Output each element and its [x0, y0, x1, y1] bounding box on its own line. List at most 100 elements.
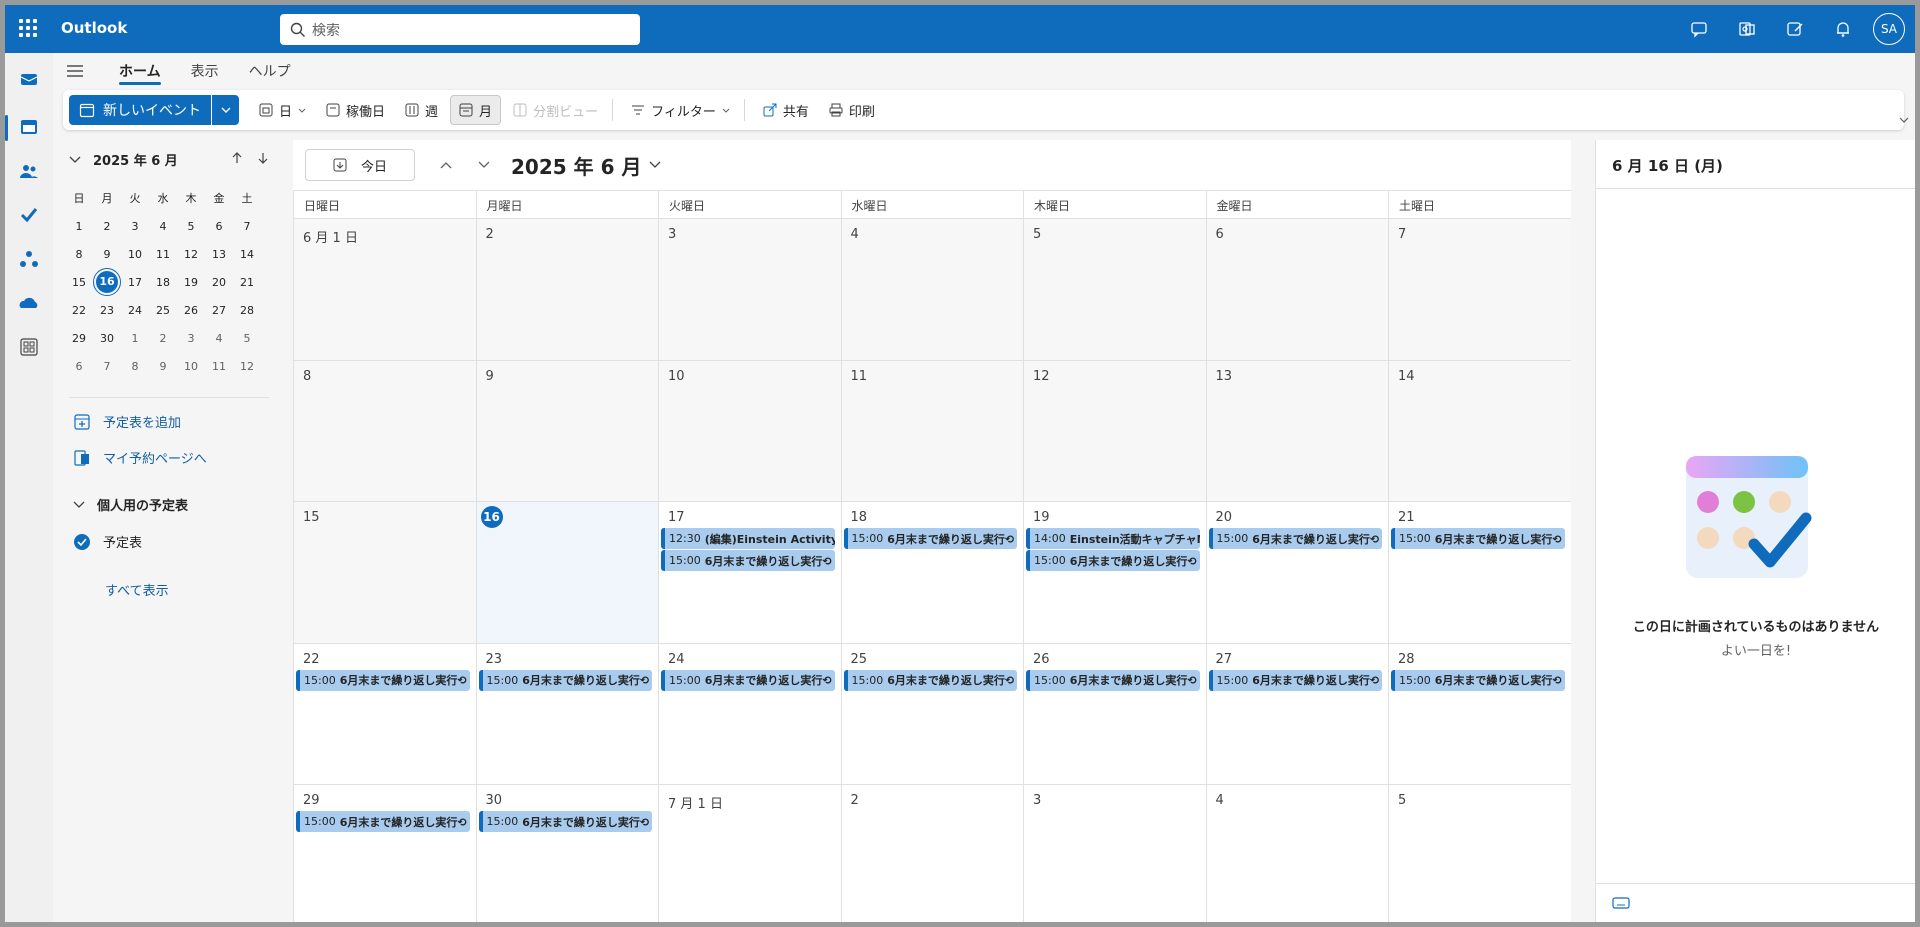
day-cell[interactable]: 16 [475, 502, 658, 643]
day-cell[interactable]: 7 [1388, 219, 1571, 360]
mini-day[interactable]: 8 [121, 360, 149, 373]
calendar-event[interactable]: 15:00 6月末まで繰り返し実行⟲ [843, 528, 1017, 549]
mini-day[interactable]: 8 [65, 248, 93, 261]
mini-day[interactable]: 30 [93, 332, 121, 345]
day-cell[interactable]: 1712:30(編集)Einstein Activity C15:006月末まで… [658, 502, 841, 643]
day-cell[interactable]: 30 15:00 6月末まで繰り返し実行⟲ [475, 785, 658, 922]
mini-day[interactable]: 12 [233, 360, 261, 373]
day-cell[interactable]: 15 [293, 502, 476, 643]
day-cell[interactable]: 22 15:00 6月末まで繰り返し実行⟲ [293, 643, 476, 784]
calendar-event[interactable]: 15:00 6月末まで繰り返し実行⟲ [478, 669, 652, 691]
new-event-dropdown[interactable] [211, 95, 239, 125]
tab-help[interactable]: ヘルプ [249, 57, 291, 85]
personal-calendars-group[interactable]: 個人用の予定表 [73, 495, 188, 514]
mini-day[interactable]: 26 [177, 304, 205, 317]
mini-day[interactable]: 29 [65, 332, 93, 345]
day-cell[interactable]: 6 月 1 日 [293, 219, 476, 360]
filter-button[interactable]: フィルター [623, 95, 738, 125]
gear-icon[interactable] [1833, 17, 1857, 41]
day-cell[interactable]: 8 [293, 360, 476, 501]
share-button[interactable]: 共有 [755, 95, 817, 125]
day-cell[interactable]: 28 15:00 6月末まで繰り返し実行⟲ [1388, 643, 1571, 784]
mini-day[interactable]: 22 [65, 304, 93, 317]
month-title[interactable]: 2025 年 6 月 [511, 151, 661, 180]
mini-day[interactable]: 3 [121, 220, 149, 233]
day-cell[interactable]: 9 [475, 360, 658, 501]
app-launcher-icon[interactable] [19, 19, 37, 37]
tab-home[interactable]: ホーム [119, 57, 161, 85]
apps-icon[interactable] [17, 335, 41, 359]
calendar-event[interactable]: 15:00 6月末まで繰り返し実行⟲ [1391, 528, 1565, 549]
mini-day[interactable]: 18 [149, 276, 177, 289]
month-view-button[interactable]: 月 [450, 95, 502, 125]
calendar-event[interactable]: 15:00 6月末まで繰り返し実行⟲ [478, 811, 652, 832]
mini-day[interactable]: 11 [205, 360, 233, 373]
arrow-up-icon[interactable] [231, 151, 243, 168]
day-cell[interactable]: 10 [658, 360, 841, 501]
day-cell[interactable]: 1914:00Einstein活動キャプチャMS15:006月末まで繰り返し実行… [1023, 502, 1206, 643]
day-cell[interactable]: 27 15:00 6月末まで繰り返し実行⟲ [1205, 643, 1388, 784]
mini-day[interactable]: 5 [177, 220, 205, 233]
search-input[interactable]: 検索 [280, 14, 640, 45]
workweek-view-button[interactable]: 稼働日 [318, 95, 393, 125]
mini-day[interactable]: 24 [121, 304, 149, 317]
add-calendar-link[interactable]: 予定表を追加 [73, 412, 181, 431]
mini-day[interactable]: 19 [177, 276, 205, 289]
calendar-event[interactable]: 15:00 6月末まで繰り返し実行⟲ [296, 669, 470, 691]
day-cell[interactable]: 29 15:00 6月末まで繰り返し実行⟲ [293, 785, 476, 922]
mini-day[interactable]: 5 [233, 332, 261, 345]
mini-day[interactable]: 2 [93, 220, 121, 233]
calendar-event[interactable]: 15:00 6月末まで繰り返し実行⟲ [296, 811, 470, 832]
outlook-icon[interactable] [1735, 17, 1759, 41]
print-button[interactable]: 印刷 [821, 95, 883, 125]
arrow-down-icon[interactable] [257, 152, 269, 168]
mini-day[interactable]: 9 [93, 248, 121, 261]
calendar-event[interactable]: 15:00 6月末まで繰り返し実行⟲ [1208, 528, 1382, 549]
mini-day[interactable]: 4 [149, 220, 177, 233]
mail-icon[interactable] [17, 67, 41, 91]
mini-day[interactable]: 3 [177, 332, 205, 345]
hamburger-icon[interactable] [53, 64, 97, 78]
chevron-down-icon[interactable] [69, 156, 81, 164]
day-cell[interactable]: 2 [475, 219, 658, 360]
mini-day[interactable]: 10 [121, 248, 149, 261]
calendar-event[interactable]: 15:00 6月末まで繰り返し実行⟲ [843, 669, 1017, 691]
mini-day[interactable]: 14 [233, 248, 261, 261]
day-cell[interactable]: 14 [1388, 360, 1571, 501]
day-cell[interactable]: 18 15:00 6月末まで繰り返し実行⟲ [840, 502, 1023, 643]
next-month-icon[interactable] [469, 158, 499, 173]
previous-month-icon[interactable] [431, 158, 461, 173]
week-view-button[interactable]: 週 [397, 95, 446, 125]
day-cell[interactable]: 7 月 1 日 [658, 785, 841, 922]
mini-day[interactable]: 20 [205, 276, 233, 289]
day-cell[interactable]: 4 [1205, 785, 1388, 922]
tab-view[interactable]: 表示 [191, 57, 219, 85]
calendar-event[interactable]: 14:00Einstein活動キャプチャMS [1026, 528, 1200, 549]
mini-day[interactable]: 17 [121, 276, 149, 289]
split-view-button[interactable]: 分割ビュー [505, 95, 606, 125]
today-button[interactable]: 今日 [305, 149, 415, 181]
day-cell[interactable]: 6 [1205, 219, 1388, 360]
mini-day[interactable]: 1 [65, 220, 93, 233]
mini-day[interactable]: 9 [149, 360, 177, 373]
mini-day[interactable]: 12 [177, 248, 205, 261]
todo-icon[interactable] [17, 203, 41, 227]
calendar-icon[interactable] [17, 115, 41, 139]
people-icon[interactable] [17, 159, 41, 183]
day-cell[interactable]: 20 15:00 6月末まで繰り返し実行⟲ [1205, 502, 1388, 643]
mini-day[interactable]: 28 [233, 304, 261, 317]
calendar-event[interactable]: 15:00 6月末まで繰り返し実行⟲ [1391, 669, 1565, 691]
calendar-event[interactable]: 15:00 6月末まで繰り返し実行⟲ [1208, 669, 1382, 691]
mini-day[interactable]: 7 [233, 220, 261, 233]
keyboard-icon[interactable] [1612, 896, 1630, 914]
note-edit-icon[interactable] [1783, 17, 1807, 41]
mini-day[interactable]: 1 [121, 332, 149, 345]
booking-page-link[interactable]: マイ予約ページへ [73, 448, 207, 467]
day-cell[interactable]: 23 15:00 6月末まで繰り返し実行⟲ [475, 643, 658, 784]
calendar-event[interactable]: 12:30(編集)Einstein Activity C [661, 528, 835, 549]
mini-day[interactable]: 13 [205, 248, 233, 261]
day-cell[interactable]: 26 15:00 6月末まで繰り返し実行⟲ [1023, 643, 1206, 784]
org-icon[interactable] [17, 247, 41, 271]
app-title[interactable]: Outlook [61, 19, 127, 37]
new-event-button[interactable]: 新しいイベント [69, 95, 211, 125]
